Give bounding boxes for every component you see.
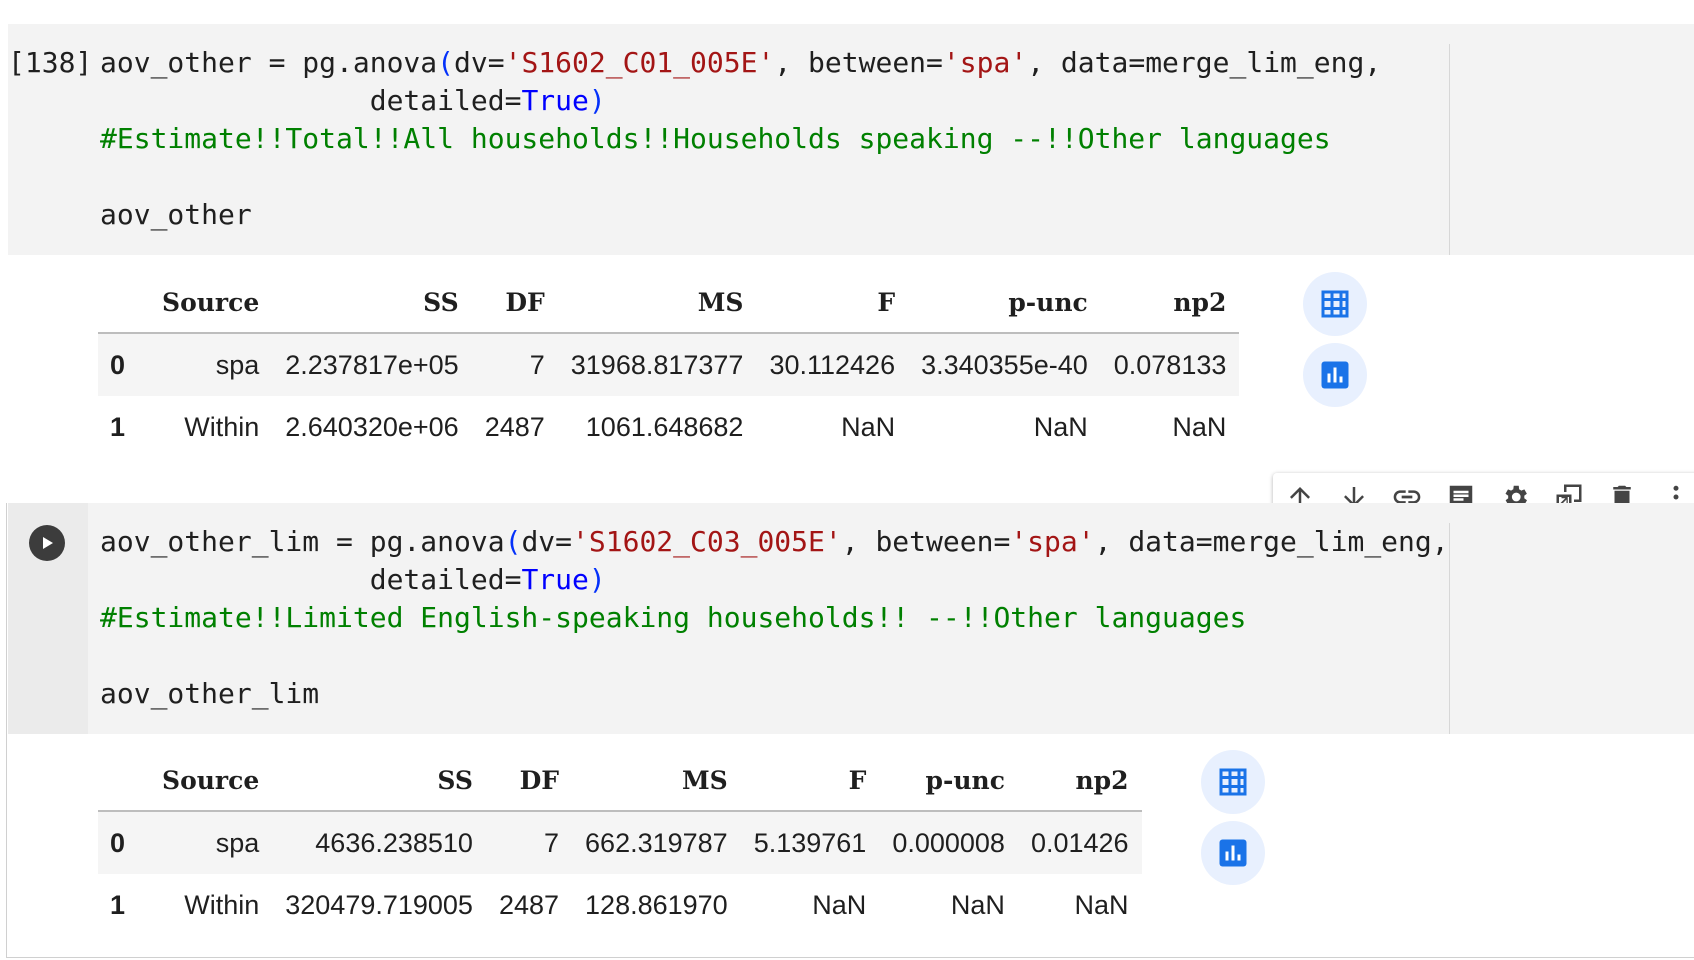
table-cell: 128.861970 <box>585 889 728 920</box>
table-cell: spa <box>215 349 260 380</box>
bar-chart-icon <box>1321 361 1349 389</box>
column-header: MS <box>697 287 744 317</box>
table-cell: 3.340355e-40 <box>921 349 1088 380</box>
row-index: 0 <box>110 827 126 858</box>
column-header: p-unc <box>1008 287 1088 317</box>
column-header: SS <box>423 287 459 317</box>
column-header: SS <box>437 765 473 795</box>
table-cell: NaN <box>1172 411 1227 442</box>
table-icon <box>1321 290 1349 318</box>
code-comment[interactable]: #Estimate!!Total!!All households!!Househ… <box>100 120 1331 158</box>
convert-to-interactive-table-button[interactable] <box>1201 750 1265 814</box>
table-cell: 2.237817e+05 <box>285 349 459 380</box>
table-row: 1 Within 320479.719005 2487 128.861970 N… <box>98 874 1142 936</box>
column-header: Source <box>162 765 260 795</box>
column-header: Source <box>162 287 260 317</box>
table-cell: NaN <box>1074 889 1129 920</box>
code-line[interactable]: aov_other_lim <box>100 675 319 713</box>
cell-bottom-border <box>6 957 1694 958</box>
convert-to-interactive-table-button[interactable] <box>1303 272 1367 336</box>
table-icon <box>1219 768 1247 796</box>
code-line[interactable]: aov_other = pg.anova(dv='S1602_C01_005E'… <box>100 44 1381 82</box>
execution-count: [138] <box>8 46 93 79</box>
table-cell: Within <box>184 889 260 920</box>
table-cell: NaN <box>1033 411 1088 442</box>
focused-cell-border <box>6 503 7 958</box>
table-cell: 2487 <box>484 411 545 442</box>
output-dataframe-1: Source SS DF MS F p-unc np2 0 spa 2.2378… <box>98 272 1240 458</box>
column-header: DF <box>519 765 560 795</box>
bar-chart-icon <box>1219 839 1247 867</box>
table-cell: 662.319787 <box>585 827 728 858</box>
index-header <box>98 272 149 333</box>
output-dataframe-2: Source SS DF MS F p-unc np2 0 spa 4636.2… <box>98 750 1142 936</box>
column-header: F <box>848 765 867 795</box>
column-header: MS <box>681 765 728 795</box>
code-comment[interactable]: #Estimate!!Limited English-speaking hous… <box>100 599 1246 637</box>
table-cell: 2.640320e+06 <box>285 411 459 442</box>
table-cell: 320479.719005 <box>285 889 473 920</box>
table-row: 0 spa 4636.238510 7 662.319787 5.139761 … <box>98 811 1142 874</box>
table-cell: Within <box>184 411 260 442</box>
table-cell: 0.078133 <box>1113 349 1227 380</box>
column-header: F <box>877 287 896 317</box>
table-cell: 7 <box>529 349 545 380</box>
table-cell: NaN <box>950 889 1005 920</box>
code-line[interactable]: aov_other_lim = pg.anova(dv='S1602_C03_0… <box>100 523 1449 561</box>
editor-ruler <box>1449 44 1450 255</box>
table-cell: NaN <box>841 411 896 442</box>
table-cell: 1061.648682 <box>585 411 744 442</box>
row-index: 1 <box>110 889 126 920</box>
column-header: DF <box>505 287 545 317</box>
table-row: 1 Within 2.640320e+06 2487 1061.648682 N… <box>98 396 1239 458</box>
table-cell: spa <box>215 827 260 858</box>
table-cell: 5.139761 <box>753 827 867 858</box>
table-cell: 7 <box>544 827 560 858</box>
table-cell: 30.112426 <box>769 349 896 380</box>
table-cell: 31968.817377 <box>570 349 744 380</box>
code-line[interactable]: aov_other <box>100 196 252 234</box>
editor-ruler <box>1449 523 1450 734</box>
table-cell: 0.01426 <box>1030 827 1129 858</box>
play-icon <box>43 537 53 549</box>
run-cell-button[interactable] <box>29 525 65 561</box>
suggest-charts-button[interactable] <box>1303 343 1367 407</box>
table-cell: 0.000008 <box>892 827 1005 858</box>
table-row: 0 spa 2.237817e+05 7 31968.817377 30.112… <box>98 333 1240 396</box>
table-header-row: Source SS DF MS F p-unc np2 <box>98 272 1240 333</box>
table-cell: 2487 <box>498 889 560 920</box>
suggest-charts-button[interactable] <box>1201 821 1265 885</box>
column-header: np2 <box>1173 287 1227 317</box>
row-index: 1 <box>110 411 126 442</box>
code-line[interactable]: detailed=True) <box>100 82 606 120</box>
table-header-row: Source SS DF MS F p-unc np2 <box>98 750 1142 811</box>
table-cell: 4636.238510 <box>315 827 473 858</box>
code-line[interactable]: detailed=True) <box>100 561 606 599</box>
row-index: 0 <box>110 349 126 380</box>
column-header: p-unc <box>925 765 1005 795</box>
column-header: np2 <box>1075 765 1129 795</box>
table-cell: NaN <box>812 889 867 920</box>
index-header <box>98 750 149 811</box>
